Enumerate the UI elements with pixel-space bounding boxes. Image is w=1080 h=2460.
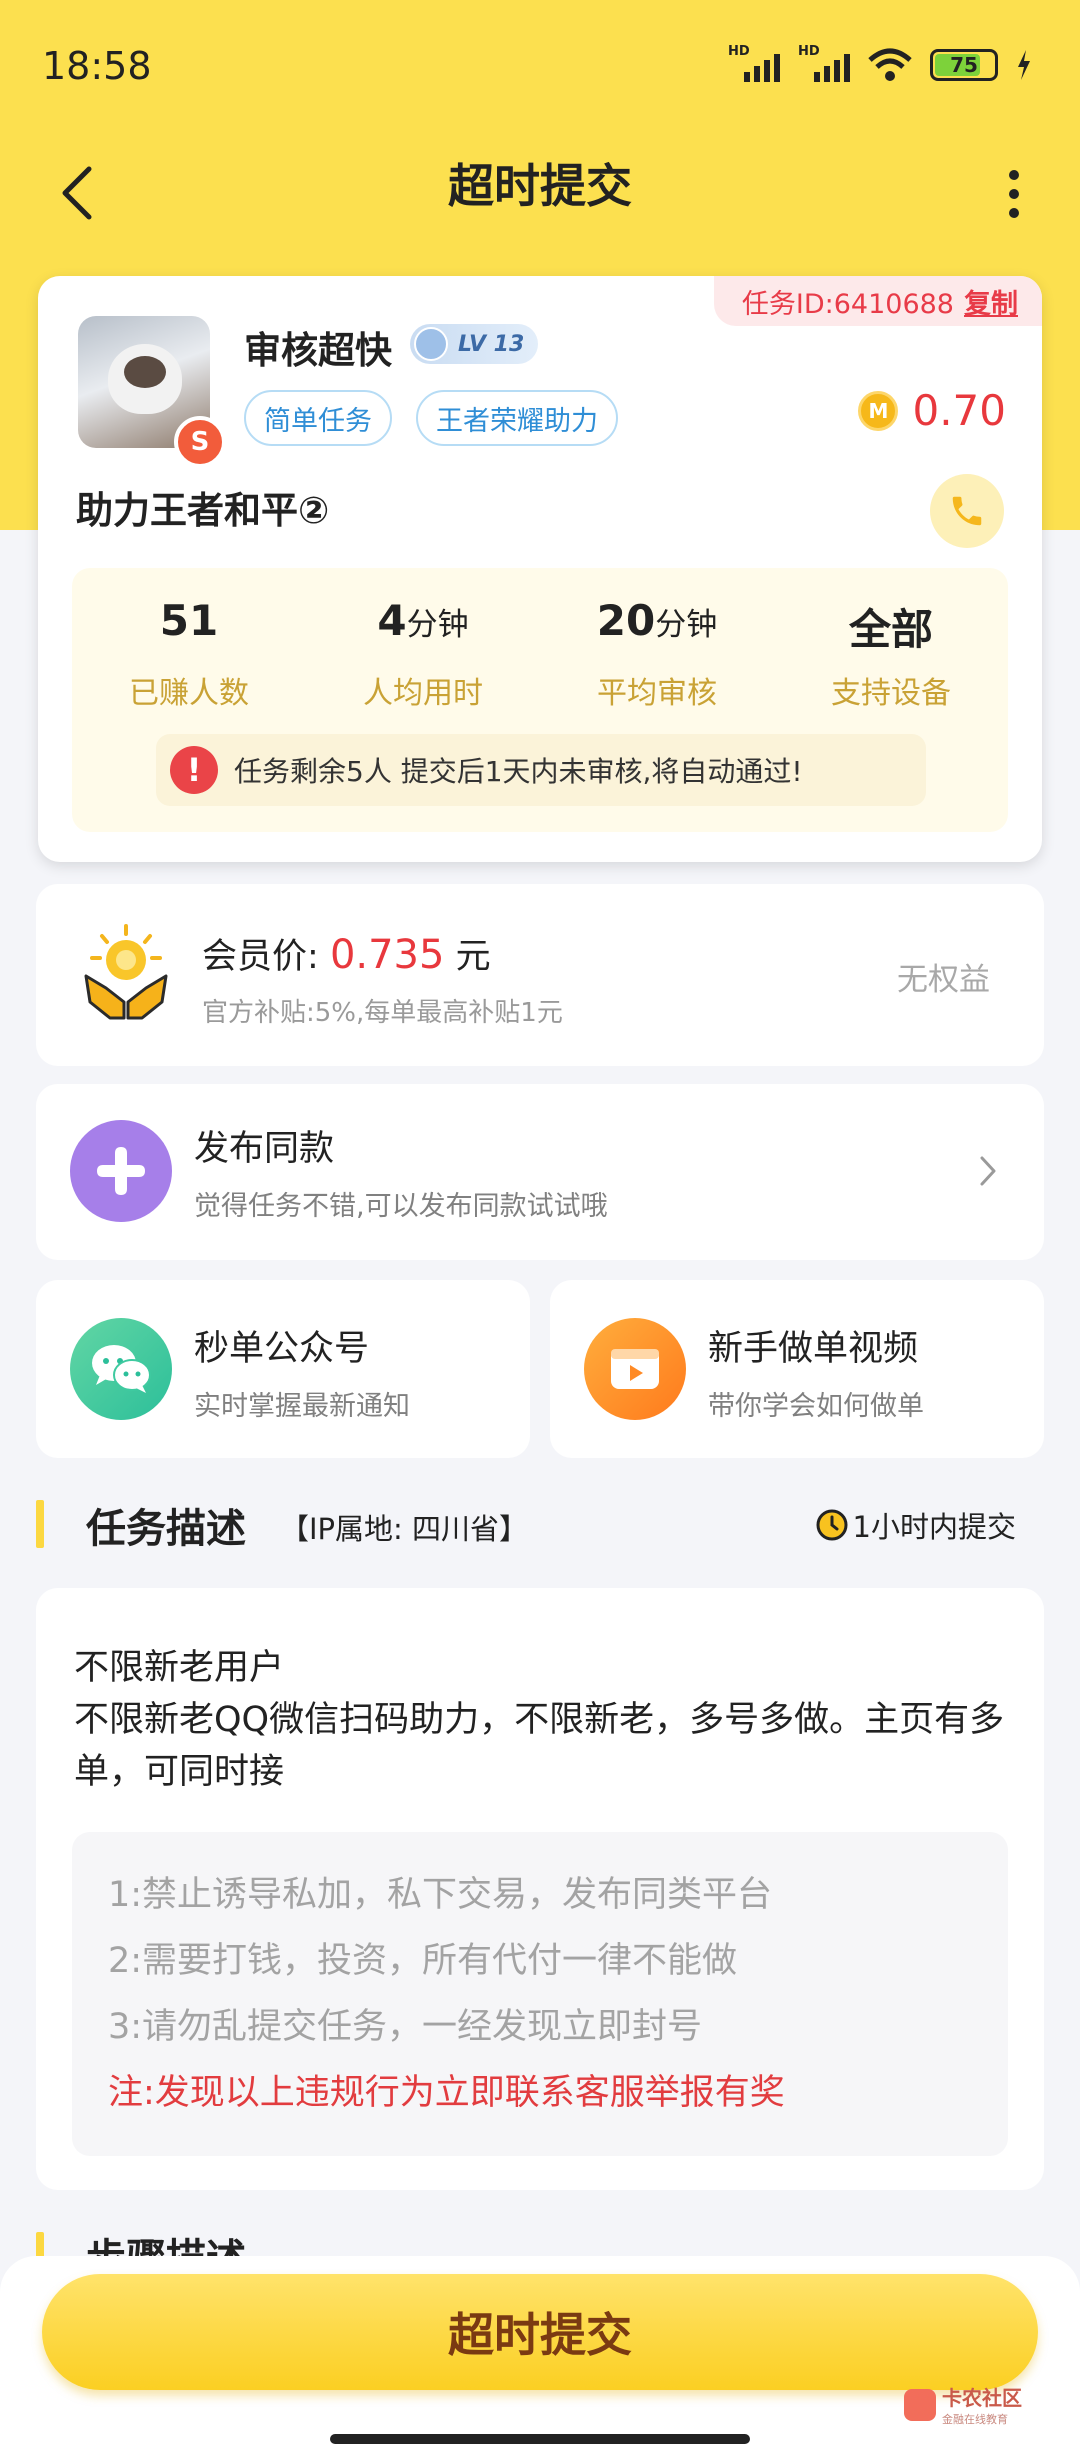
description-card: 不限新老用户 不限新老QQ微信扫码助力，不限新老，多号多做。主页有多单，可同时接… [36,1588,1044,2190]
more-dots-icon [1009,170,1019,180]
rule-warning: 注:发现以上违规行为立即联系客服举报有奖 [108,2073,785,2113]
rule-item: 2:需要打钱，投资，所有代付一律不能做 [108,1941,738,1981]
task-card: 任务ID:6410688 复制 S 审核超快 LV 13 简单任务 王者荣耀助力… [38,276,1042,862]
member-status: 无权益 [897,962,990,998]
wechat-title: 秒单公众号 [194,1329,370,1369]
submit-deadline: 1小时内提交 [815,1504,1016,1546]
notice-text: 任务剩余5人 提交后1天内未审核,将自动通过! [234,755,803,788]
status-time: 18:58 [42,44,152,88]
page-title: 超时提交 [448,159,632,213]
phone-icon [952,496,982,526]
section-accent [36,1500,44,1548]
member-price-value: 0.735 [329,932,445,978]
tutorial-video-card[interactable]: 新手做单视频 带你学会如何做单 [550,1280,1044,1458]
stat-avg-review: 20分钟 平均审核 [596,596,718,711]
ip-location: 【IP属地: 四川省】 [280,1512,529,1546]
stat-earned: 51 已赚人数 [129,596,249,711]
level-badge: LV 13 [410,324,538,364]
copy-id-button[interactable]: 复制 [964,282,1018,321]
video-title: 新手做单视频 [708,1329,919,1369]
member-price-card[interactable]: 会员价: 0.735 元 官方补贴:5%,每单最高补贴1元 无权益 [36,884,1044,1066]
wechat-icon [70,1318,172,1420]
stat-devices: 全部 支持设备 [831,605,951,711]
overtime-submit-button[interactable]: 超时提交 [42,2274,1038,2390]
task-reward: M 0.70 [858,386,1006,435]
wechat-subtitle: 实时掌握最新通知 [194,1391,410,1422]
watermark: 卡农社区 金融在线教育 [904,2382,1022,2427]
rule-item: 3:请勿乱提交任务，一经发现立即封号 [108,2007,703,2047]
wechat-official-card[interactable]: 秒单公众号 实时掌握最新通知 [36,1280,530,1458]
coin-icon: M [858,390,899,431]
nav-bar: 超时提交 [0,136,1080,256]
level-text: LV 13 [458,331,525,357]
status-icons: HD HD 75 [728,44,1032,82]
plus-icon [70,1120,172,1222]
status-bar: 18:58 HD HD 75 [0,0,1080,136]
rule-item: 1:禁止诱导私加，私下交易，发布同类平台 [108,1875,773,1915]
home-indicator[interactable] [330,2434,750,2444]
call-button[interactable] [930,474,1004,548]
member-subsidy: 官方补贴:5%,每单最高补贴1元 [202,998,563,1028]
task-name: 助力王者和平② [76,489,330,532]
bottom-action-bar: 超时提交 卡农社区 金融在线教育 [0,2256,1080,2460]
video-icon [584,1318,686,1420]
stat-avg-time: 4分钟 人均用时 [363,596,483,711]
description-header: 任务描述 【IP属地: 四川省】 1小时内提交 [36,1496,1044,1556]
task-id-text: 任务ID:6410688 [741,288,954,320]
charging-icon [1018,50,1030,80]
publish-same-card[interactable]: 发布同款 觉得任务不错,可以发布同款试试哦 [36,1084,1044,1260]
level-medal-icon [414,327,448,361]
publish-title: 发布同款 [194,1129,335,1169]
reward-amount: 0.70 [912,386,1006,435]
wifi-icon [868,48,912,81]
task-tag: 简单任务 [244,390,392,446]
member-price: 会员价: 0.735 元 [202,932,491,978]
task-notice: ! 任务剩余5人 提交后1天内未审核,将自动通过! [156,734,926,806]
signal-icon-2: HD [798,44,850,82]
warning-icon: ! [170,746,218,794]
battery-icon: 75 [930,49,998,81]
task-tag: 王者荣耀助力 [416,390,618,446]
chevron-right-icon [980,1156,996,1186]
more-menu-button[interactable] [984,156,1044,232]
task-id-badge: 任务ID:6410688 复制 [713,276,1042,326]
watermark-logo-icon [904,2388,936,2421]
sun-hands-icon [84,924,168,1020]
video-subtitle: 带你学会如何做单 [708,1391,924,1422]
signal-icon: HD [728,44,780,82]
avatar-level-badge: S [174,416,226,468]
publisher-name: 审核超快 [244,329,392,372]
rules-box: 1:禁止诱导私加，私下交易，发布同类平台 2:需要打钱，投资，所有代付一律不能做… [72,1832,1008,2156]
task-stats: 51 已赚人数 4分钟 人均用时 20分钟 平均审核 全部 支持设备 ! 任务剩… [72,568,1008,832]
section-title: 任务描述 [86,1506,246,1552]
clock-icon [816,1509,848,1541]
description-text: 不限新老用户 不限新老QQ微信扫码助力，不限新老，多号多做。主页有多单，可同时接 [74,1648,1005,1792]
publish-subtitle: 觉得任务不错,可以发布同款试试哦 [194,1191,608,1222]
